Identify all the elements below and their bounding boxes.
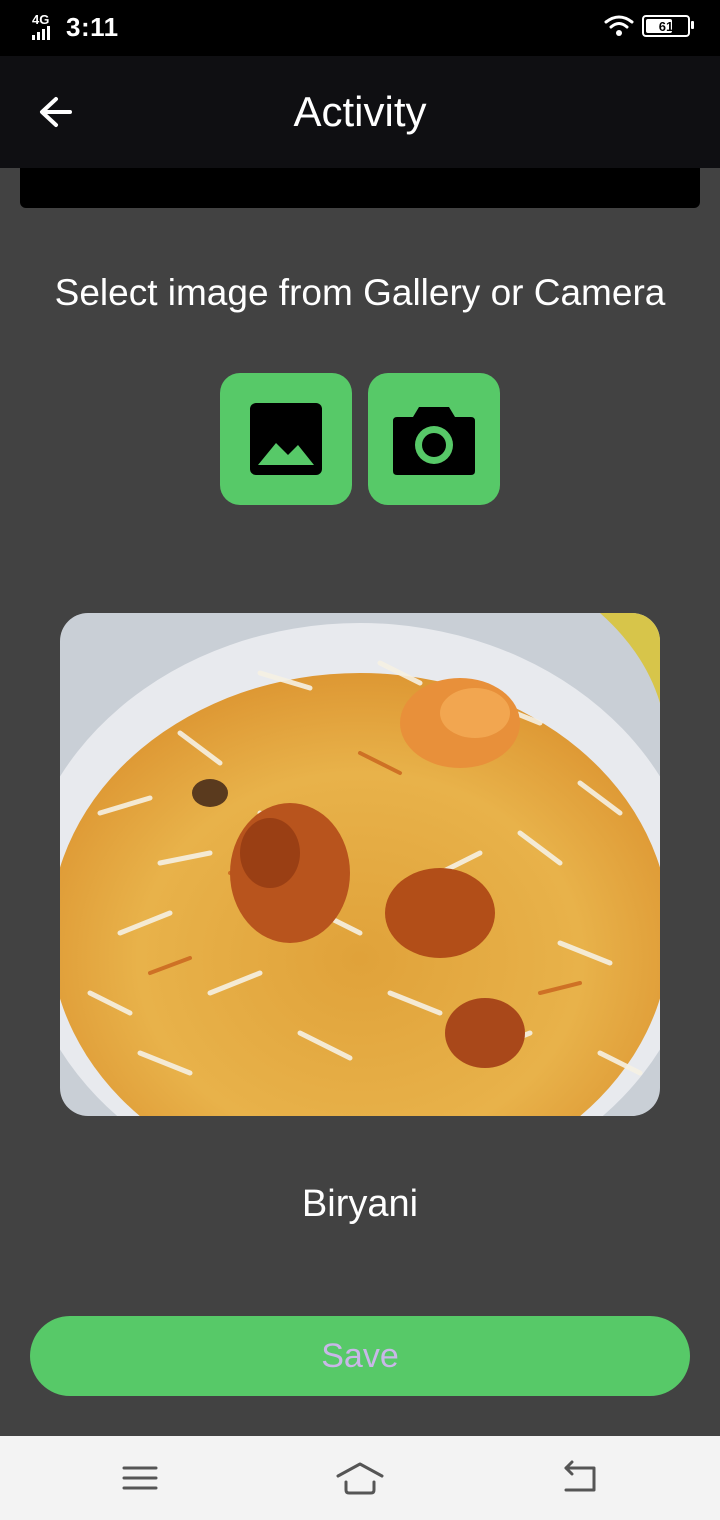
signal-icon: 4G bbox=[30, 11, 60, 42]
system-nav-bar bbox=[0, 1436, 720, 1520]
back-icon[interactable] bbox=[560, 1460, 600, 1496]
app-bar: Activity bbox=[0, 56, 720, 168]
network-type: 4G bbox=[32, 11, 50, 27]
battery-level: 61 bbox=[658, 18, 674, 34]
image-source-prompt: Select image from Gallery or Camera bbox=[54, 272, 666, 313]
food-photo bbox=[60, 613, 660, 1116]
gallery-button[interactable] bbox=[220, 373, 352, 505]
clock: 3:11 bbox=[66, 12, 119, 42]
home-icon[interactable] bbox=[336, 1460, 384, 1496]
status-right: 61 bbox=[604, 14, 694, 38]
page-title: Activity bbox=[293, 88, 427, 135]
wifi-icon bbox=[604, 15, 634, 36]
save-button-label: Save bbox=[321, 1336, 399, 1375]
menu-icon[interactable] bbox=[120, 1460, 160, 1496]
food-name: Biryani bbox=[301, 1183, 419, 1225]
image-icon bbox=[250, 403, 322, 475]
save-button[interactable]: Save bbox=[30, 1316, 690, 1396]
battery-icon: 61 bbox=[642, 15, 694, 37]
status-bar: 4G 3:11 61 bbox=[0, 0, 720, 56]
camera-icon bbox=[393, 407, 475, 475]
status-left: 4G 3:11 bbox=[30, 12, 119, 43]
top-strip bbox=[20, 168, 700, 208]
camera-button[interactable] bbox=[368, 373, 500, 505]
